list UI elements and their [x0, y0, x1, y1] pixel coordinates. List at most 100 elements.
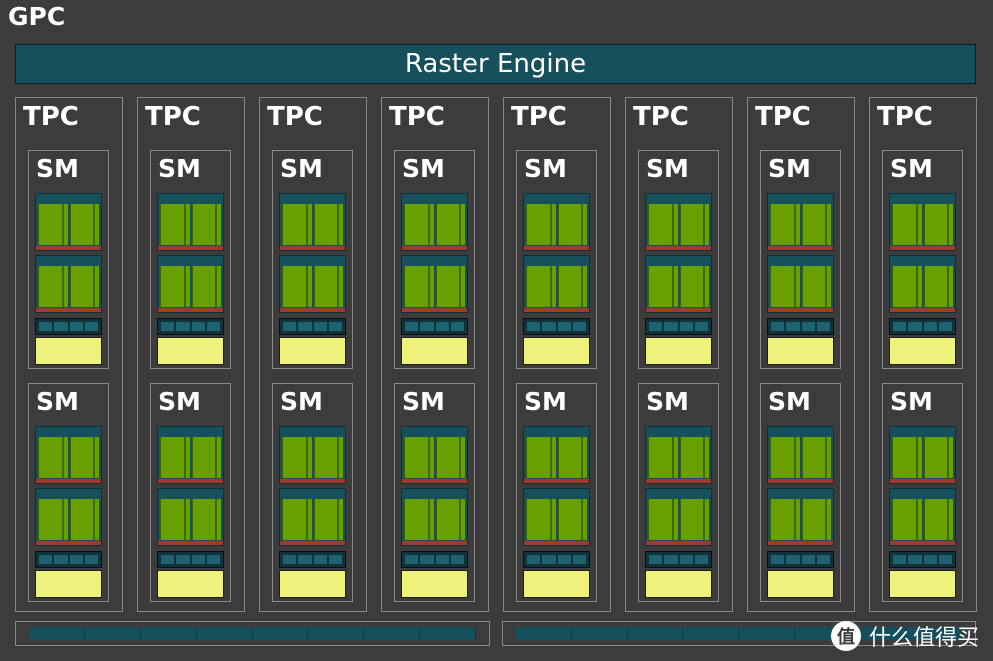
tex-units	[401, 318, 468, 335]
tex-units	[523, 551, 590, 568]
processing-block	[157, 426, 224, 484]
sm-label: SM	[646, 154, 689, 183]
sm-label: SM	[402, 387, 445, 416]
processing-block	[767, 488, 834, 546]
sm-block: SM	[638, 383, 719, 602]
sm-block: SM	[638, 150, 719, 369]
processing-block	[889, 193, 956, 251]
sm-label: SM	[890, 154, 933, 183]
tex-units	[645, 551, 712, 568]
processing-block	[279, 488, 346, 546]
sm-block: SM	[516, 383, 597, 602]
l1-cache	[35, 570, 102, 598]
sm-label: SM	[890, 387, 933, 416]
l1-cache	[767, 337, 834, 365]
processing-block	[523, 426, 590, 484]
tpc-label: TPC	[877, 102, 933, 132]
processing-block	[645, 255, 712, 313]
processing-block	[279, 255, 346, 313]
tpc-6: TPC SM SM	[625, 97, 733, 612]
tex-units	[35, 551, 102, 568]
gpc-title: GPC	[8, 2, 66, 31]
processing-block	[767, 255, 834, 313]
raster-engine: Raster Engine	[15, 44, 976, 84]
l1-cache	[645, 337, 712, 365]
sm-block: SM	[760, 150, 841, 369]
tex-units	[157, 551, 224, 568]
sm-label: SM	[36, 154, 79, 183]
watermark: 值 什么值得买	[830, 620, 979, 652]
processing-block	[767, 426, 834, 484]
l1-cache	[279, 337, 346, 365]
l1-cache	[35, 337, 102, 365]
sm-block: SM	[272, 383, 353, 602]
sm-label: SM	[36, 387, 79, 416]
tpc-label: TPC	[23, 102, 79, 132]
sm-label: SM	[524, 387, 567, 416]
processing-block	[889, 488, 956, 546]
sm-block: SM	[28, 383, 109, 602]
tex-units	[279, 318, 346, 335]
processing-block	[401, 255, 468, 313]
tex-units	[889, 551, 956, 568]
processing-block	[35, 193, 102, 251]
tpc-2: TPC SM SM	[137, 97, 245, 612]
l1-cache	[401, 570, 468, 598]
processing-block	[157, 255, 224, 313]
tpc-8: TPC SM SM	[869, 97, 977, 612]
processing-block	[401, 488, 468, 546]
l1-cache	[889, 337, 956, 365]
sm-label: SM	[402, 154, 445, 183]
processing-block	[157, 193, 224, 251]
l1-cache	[401, 337, 468, 365]
l1-cache	[523, 337, 590, 365]
sm-label: SM	[524, 154, 567, 183]
l1-cache	[157, 570, 224, 598]
polymorph-engine-left	[15, 621, 490, 646]
l1-cache	[889, 570, 956, 598]
sm-label: SM	[768, 154, 811, 183]
processing-block	[767, 193, 834, 251]
tex-units	[157, 318, 224, 335]
tpc-label: TPC	[267, 102, 323, 132]
processing-block	[645, 426, 712, 484]
l1-cache	[767, 570, 834, 598]
tex-units	[767, 318, 834, 335]
sm-block: SM	[882, 150, 963, 369]
tpc-3: TPC SM SM	[259, 97, 367, 612]
sm-block: SM	[28, 150, 109, 369]
sm-label: SM	[158, 387, 201, 416]
tex-units	[889, 318, 956, 335]
sm-block: SM	[150, 150, 231, 369]
tpc-4: TPC SM SM	[381, 97, 489, 612]
tpc-label: TPC	[755, 102, 811, 132]
tpc-5: TPC SM SM	[503, 97, 611, 612]
tex-units	[645, 318, 712, 335]
tex-units	[279, 551, 346, 568]
processing-block	[157, 488, 224, 546]
tex-units	[523, 318, 590, 335]
tpc-label: TPC	[633, 102, 689, 132]
processing-block	[645, 488, 712, 546]
sm-block: SM	[150, 383, 231, 602]
sm-label: SM	[280, 387, 323, 416]
processing-block	[401, 426, 468, 484]
processing-block	[279, 426, 346, 484]
processing-block	[889, 255, 956, 313]
tpc-label: TPC	[145, 102, 201, 132]
pe-bar-left	[29, 627, 476, 640]
processing-block	[523, 255, 590, 313]
sm-label: SM	[646, 387, 689, 416]
tpc-1: TPC SM SM	[15, 97, 123, 612]
processing-block	[35, 255, 102, 313]
tpc-label: TPC	[389, 102, 445, 132]
l1-cache	[157, 337, 224, 365]
tex-units	[35, 318, 102, 335]
processing-block	[35, 488, 102, 546]
sm-block: SM	[394, 150, 475, 369]
sm-label: SM	[768, 387, 811, 416]
l1-cache	[645, 570, 712, 598]
sm-block: SM	[272, 150, 353, 369]
raster-engine-label: Raster Engine	[404, 49, 587, 79]
tpc-label: TPC	[511, 102, 567, 132]
